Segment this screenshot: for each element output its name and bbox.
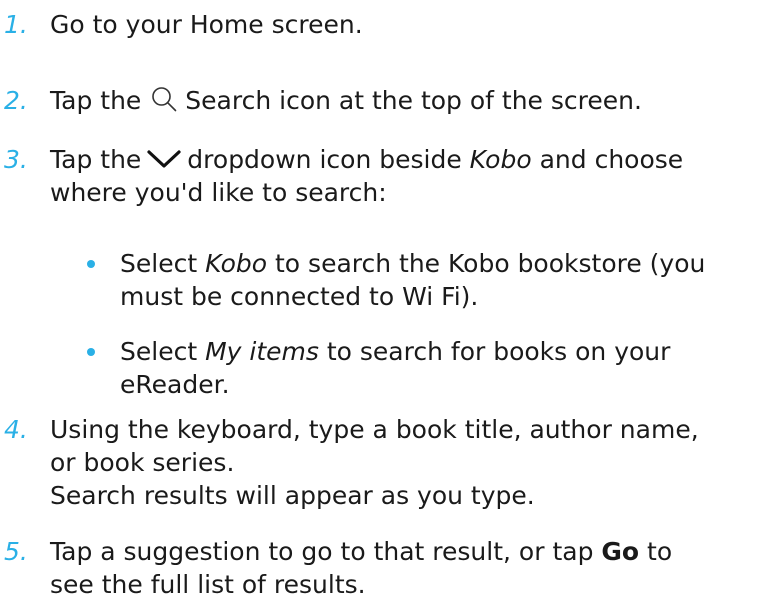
bullet-text-line-2: eReader. (120, 370, 230, 399)
emphasis-my-items: My items (205, 337, 319, 366)
step-text: Tap the (50, 145, 142, 174)
step-text-line-2: where you'd like to search: (50, 178, 387, 207)
instructions-document: 1. Go to your Home screen. 2. Tap the Sea… (0, 0, 759, 606)
search-icon (151, 86, 177, 112)
step-text-line-2: or book series. (50, 448, 235, 477)
bullet-text: to search the Kobo bookstore (you (275, 249, 706, 278)
step-text-line-1: Using the keyboard, type a book title, a… (50, 415, 699, 444)
bullet-text: to search for books on your (326, 337, 671, 366)
step-text: Tap a suggestion to go to that result, o… (50, 537, 594, 566)
bullet-dot (87, 260, 95, 268)
emphasis-kobo: Kobo (469, 145, 532, 174)
step-text-line-3: Search results will appear as you type. (50, 481, 535, 510)
step-text: dropdown icon beside (187, 145, 462, 174)
step-text: to (647, 537, 673, 566)
step-text-line-2: see the full list of results. (50, 570, 366, 599)
step-number: 2. (4, 86, 28, 115)
step-number: 3. (4, 145, 28, 174)
bullet-dot (87, 348, 95, 356)
step-text: Tap the (50, 86, 142, 115)
bullet-text: Select (120, 337, 198, 366)
step-text: Search icon at the top of the screen. (185, 86, 642, 115)
step-number: 5. (4, 537, 28, 566)
step-number: 1. (4, 10, 28, 39)
emphasis-kobo: Kobo (205, 249, 268, 278)
go-label: Go (601, 537, 640, 566)
chevron-down-icon (147, 144, 181, 168)
bullet-text-line-2: must be connected to Wi Fi). (120, 282, 479, 311)
bullet-text: Select (120, 249, 198, 278)
step-text: Go to your Home screen. (50, 10, 363, 39)
step-number: 4. (4, 415, 28, 444)
step-text: and choose (539, 145, 684, 174)
